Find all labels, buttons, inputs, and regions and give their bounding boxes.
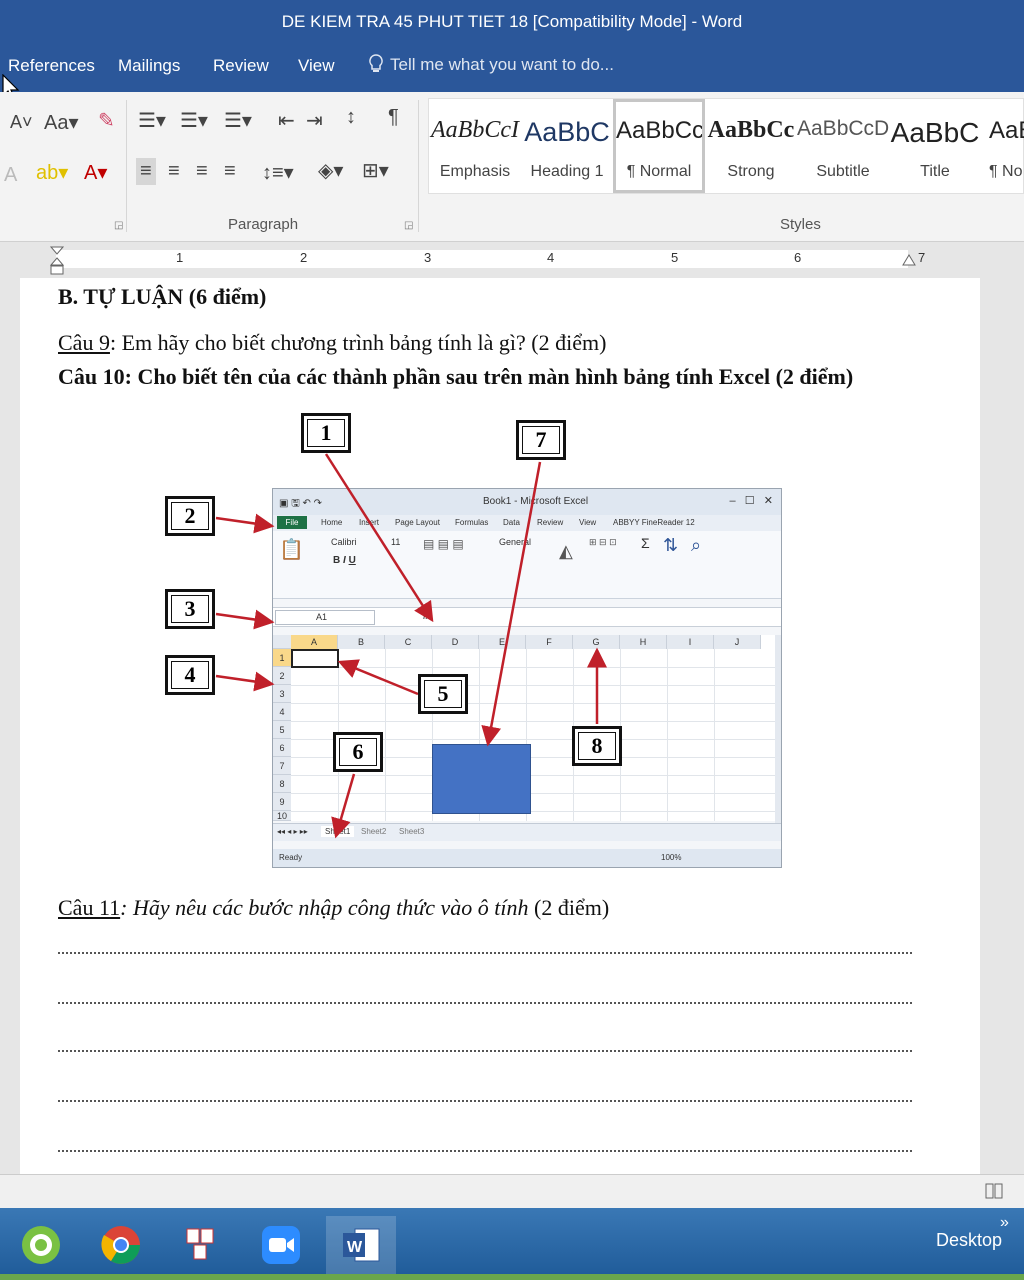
taskbar-edge	[0, 1274, 1024, 1280]
svg-text:W: W	[347, 1239, 363, 1256]
answer-line	[58, 1002, 912, 1004]
taskbar: W Desktop »	[0, 1208, 1024, 1280]
answer-line	[58, 952, 912, 954]
app-icon[interactable]	[166, 1216, 236, 1274]
arrow-2	[215, 513, 275, 534]
callout-3: 3	[165, 589, 215, 629]
callout-1: 1	[301, 413, 351, 453]
question-11-text: : Hãy nêu các bước nhập công thức vào ô …	[120, 895, 529, 920]
coccoc-browser-icon[interactable]	[6, 1216, 76, 1274]
chevron-right-icon[interactable]: »	[1000, 1214, 1009, 1232]
desktop-toolbar-label[interactable]: Desktop	[936, 1230, 1002, 1251]
answer-line	[58, 1100, 912, 1102]
arrow-7	[481, 461, 542, 747]
callout-4: 4	[165, 655, 215, 695]
arrow-4	[215, 671, 275, 692]
question-11-points: (2 điểm)	[528, 895, 610, 920]
arrow-5	[337, 659, 419, 696]
callout-5: 5	[418, 674, 468, 714]
callout-arrows	[215, 453, 607, 839]
chrome-icon[interactable]	[86, 1216, 156, 1274]
zoom-icon[interactable]	[246, 1216, 316, 1274]
callout-6: 6	[333, 732, 383, 772]
arrow-6	[331, 773, 356, 839]
question-11-label: Câu 11	[58, 895, 121, 920]
answer-line	[58, 1150, 912, 1152]
callout-7: 7	[516, 420, 566, 460]
arrow-3	[215, 609, 275, 630]
answer-line	[58, 1050, 912, 1052]
callout-8: 8	[572, 726, 622, 766]
arrow-1	[324, 453, 434, 623]
question-11: Câu 11: Hãy nêu các bước nhập công thức …	[58, 895, 609, 921]
word-icon[interactable]: W	[326, 1216, 396, 1274]
read-mode-icon[interactable]	[984, 1181, 1004, 1201]
callout-2: 2	[165, 496, 215, 536]
status-bar	[0, 1174, 1024, 1208]
